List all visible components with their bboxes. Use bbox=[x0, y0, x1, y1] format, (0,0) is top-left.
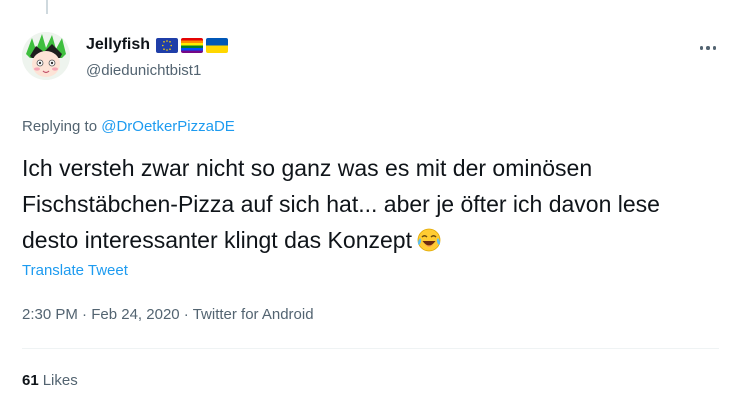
tweet-metadata: 2:30 PM · Feb 24, 2020 · Twitter for And… bbox=[22, 306, 314, 323]
rainbow-flag-icon bbox=[181, 37, 204, 53]
meta-separator: · bbox=[179, 306, 193, 323]
author-display-name[interactable]: Jellyfish bbox=[86, 36, 150, 54]
avatar[interactable] bbox=[22, 32, 70, 80]
tweet-text: Ich versteh zwar nicht so ganz was es mi… bbox=[22, 150, 722, 258]
tweet-time[interactable]: 2:30 PM bbox=[22, 306, 78, 323]
divider bbox=[22, 348, 719, 349]
tweet-date[interactable]: Feb 24, 2020 bbox=[91, 306, 179, 323]
more-options-icon[interactable] bbox=[695, 38, 721, 58]
translate-tweet-link[interactable]: Translate Tweet bbox=[22, 262, 128, 279]
replying-to-link[interactable]: @DrOetkerPizzaDE bbox=[101, 118, 235, 135]
thread-connector-line bbox=[46, 0, 48, 14]
face-with-tears-of-joy-icon bbox=[417, 228, 441, 252]
author-handle[interactable]: @diedunichtbist1 bbox=[86, 62, 201, 79]
likes-link[interactable]: 61 Likes bbox=[22, 372, 78, 389]
likes-count: 61 bbox=[22, 372, 39, 389]
author-name-row: Jellyfish bbox=[86, 36, 229, 54]
avatar-image bbox=[22, 32, 70, 80]
ukraine-flag-icon bbox=[206, 37, 229, 53]
likes-label: Likes bbox=[42, 372, 78, 389]
replying-to-label: Replying to bbox=[22, 118, 98, 135]
name-flags bbox=[156, 37, 229, 53]
meta-separator: · bbox=[77, 306, 92, 323]
tweet-source: Twitter for Android bbox=[192, 306, 314, 323]
replying-to: Replying to @DrOetkerPizzaDE bbox=[22, 118, 235, 135]
eu-flag-icon bbox=[156, 37, 179, 53]
tweet-body: Ich versteh zwar nicht so ganz was es mi… bbox=[22, 155, 660, 253]
